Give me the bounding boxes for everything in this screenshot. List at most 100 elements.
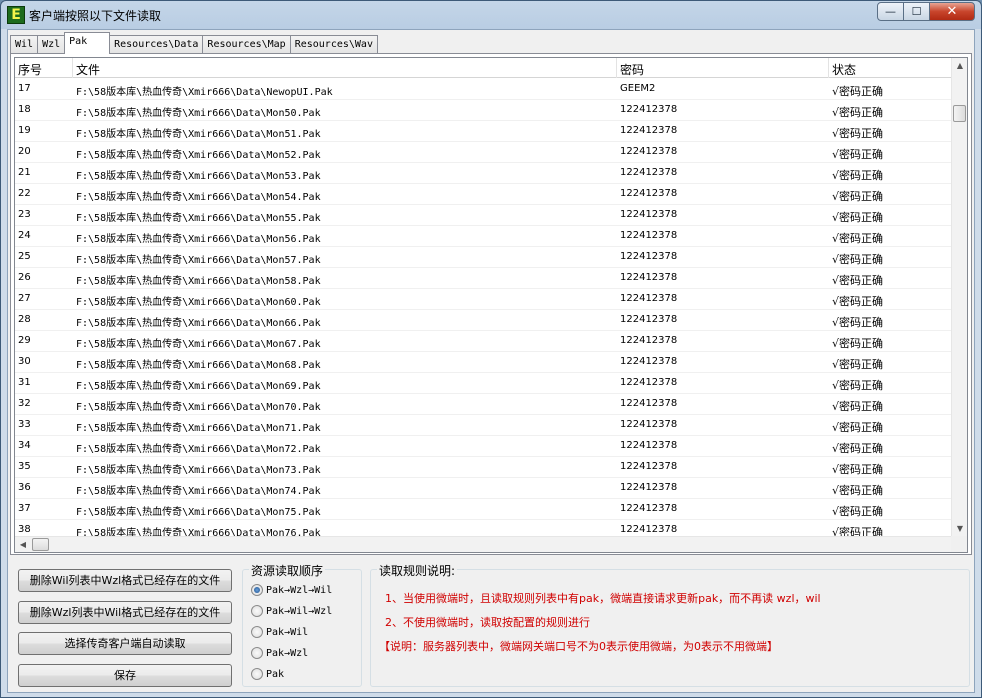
row-file: F:\58版本库\热血传奇\Xmir666\Data\Mon53.Pak	[76, 171, 321, 182]
radio-checked-icon[interactable]	[251, 584, 263, 596]
radio-icon[interactable]	[251, 647, 263, 659]
row-password: 122412378	[620, 209, 678, 220]
row-status: √密码正确	[832, 337, 884, 350]
table-row[interactable]: 30 F:\58版本库\热血传奇\Xmir666\Data\Mon68.Pak 12…	[15, 352, 955, 373]
order-option[interactable]: Pak→Wil→Wzl	[251, 603, 332, 619]
table-row[interactable]: 29 F:\58版本库\热血传奇\Xmir666\Data\Mon67.Pak 12…	[15, 331, 955, 352]
row-status: √密码正确	[832, 442, 884, 455]
tab-resources-map[interactable]: Resources\Map	[202, 35, 291, 54]
order-option[interactable]: Pak→Wzl	[251, 645, 308, 661]
table-row[interactable]: 37 F:\58版本库\热血传奇\Xmir666\Data\Mon75.Pak 12…	[15, 499, 955, 520]
order-option[interactable]: Pak→Wil	[251, 624, 308, 640]
table-row[interactable]: 27 F:\58版本库\热血传奇\Xmir666\Data\Mon60.Pak 12…	[15, 289, 955, 310]
table-row[interactable]: 28 F:\58版本库\热血传奇\Xmir666\Data\Mon66.Pak 12…	[15, 310, 955, 331]
tab-wil[interactable]: Wil	[10, 35, 39, 54]
table-row[interactable]: 25 F:\58版本库\热血传奇\Xmir666\Data\Mon57.Pak 12…	[15, 247, 955, 268]
minimize-button[interactable]: —	[877, 2, 904, 21]
row-index: 20	[18, 146, 31, 157]
row-file: F:\58版本库\热血传奇\Xmir666\Data\Mon55.Pak	[76, 213, 321, 224]
row-file: F:\58版本库\热血传奇\Xmir666\Data\Mon68.Pak	[76, 360, 321, 371]
row-file: F:\58版本库\热血传奇\Xmir666\Data\Mon56.Pak	[76, 234, 321, 245]
row-status: √密码正确	[832, 148, 884, 161]
table-row[interactable]: 22 F:\58版本库\热血传奇\Xmir666\Data\Mon54.Pak 12…	[15, 184, 955, 205]
delete-wzl-duplicates-button[interactable]: 删除Wzl列表中Wil格式已经存在的文件	[18, 601, 232, 624]
row-status: √密码正确	[832, 190, 884, 203]
row-index: 35	[18, 461, 31, 472]
row-index: 19	[18, 125, 31, 136]
row-password: 122412378	[620, 104, 678, 115]
column-header-password[interactable]: 密码	[617, 58, 829, 78]
column-header-index[interactable]: 序号	[15, 58, 73, 78]
tab-wzl[interactable]: Wzl	[37, 35, 66, 54]
column-header-file[interactable]: 文件	[73, 58, 617, 78]
row-file: F:\58版本库\热血传奇\Xmir666\Data\Mon75.Pak	[76, 507, 321, 518]
radio-icon[interactable]	[251, 605, 263, 617]
vertical-scrollbar[interactable]: ▲ ▼	[951, 58, 967, 537]
row-password: 122412378	[620, 230, 678, 241]
row-index: 31	[18, 377, 31, 388]
row-password: 122412378	[620, 314, 678, 325]
radio-icon[interactable]	[251, 626, 263, 638]
table-row[interactable]: 31 F:\58版本库\热血传奇\Xmir666\Data\Mon69.Pak 12…	[15, 373, 955, 394]
table-row[interactable]: 35 F:\58版本库\热血传奇\Xmir666\Data\Mon73.Pak 12…	[15, 457, 955, 478]
row-password: 122412378	[620, 377, 678, 388]
order-option[interactable]: Pak	[251, 666, 284, 682]
table-row[interactable]: 19 F:\58版本库\热血传奇\Xmir666\Data\Mon51.Pak 12…	[15, 121, 955, 142]
column-header-status[interactable]: 状态	[829, 58, 955, 78]
close-button[interactable]: ✕	[929, 2, 975, 21]
row-file: F:\58版本库\热血传奇\Xmir666\Data\Mon74.Pak	[76, 486, 321, 497]
horizontal-scrollbar[interactable]: ◀ ▶	[15, 536, 967, 552]
table-row[interactable]: 24 F:\58版本库\热血传奇\Xmir666\Data\Mon56.Pak 12…	[15, 226, 955, 247]
horizontal-scroll-thumb[interactable]	[32, 538, 49, 551]
order-option[interactable]: Pak→Wzl→Wil	[251, 582, 332, 598]
radio-icon[interactable]	[251, 668, 263, 680]
maximize-button[interactable]: ☐	[903, 2, 930, 21]
scroll-up-arrow-icon[interactable]: ▲	[952, 58, 967, 74]
order-option-label: Pak→Wzl	[266, 647, 309, 659]
save-button[interactable]: 保存	[18, 664, 232, 687]
row-status: √密码正确	[832, 358, 884, 371]
row-password: 122412378	[620, 482, 678, 493]
delete-wil-duplicates-button[interactable]: 删除Wil列表中Wzl格式已经存在的文件	[18, 569, 232, 592]
order-option-label: Pak→Wzl→Wil	[266, 584, 333, 596]
row-password: GEEM2	[620, 83, 656, 94]
table-row[interactable]: 21 F:\58版本库\热血传奇\Xmir666\Data\Mon53.Pak 12…	[15, 163, 955, 184]
table-row[interactable]: 33 F:\58版本库\热血传奇\Xmir666\Data\Mon71.Pak 12…	[15, 415, 955, 436]
row-password: 122412378	[620, 419, 678, 430]
table-row[interactable]: 26 F:\58版本库\热血传奇\Xmir666\Data\Mon58.Pak 12…	[15, 268, 955, 289]
tab-strip: Wil Wzl Pak Resources\Data Resources\Map…	[10, 32, 378, 54]
row-password: 122412378	[620, 440, 678, 451]
row-status: √密码正确	[832, 484, 884, 497]
table-row[interactable]: 36 F:\58版本库\热血传奇\Xmir666\Data\Mon74.Pak 12…	[15, 478, 955, 499]
tab-resources-wav[interactable]: Resources\Wav	[289, 35, 378, 54]
table-row[interactable]: 17 F:\58版本库\热血传奇\Xmir666\Data\NewopUI.Pak…	[15, 79, 955, 100]
table-row[interactable]: 34 F:\58版本库\热血传奇\Xmir666\Data\Mon72.Pak 12…	[15, 436, 955, 457]
title-bar[interactable]: E 客户端按照以下文件读取 — ☐ ✕	[1, 1, 981, 29]
rule-line-2: 2、不使用微端时，读取按配置的规则进行	[385, 616, 590, 629]
row-status: √密码正确	[832, 379, 884, 392]
list-header: 序号 文件 密码 状态	[15, 58, 955, 78]
table-row[interactable]: 32 F:\58版本库\热血传奇\Xmir666\Data\Mon70.Pak 12…	[15, 394, 955, 415]
row-password: 122412378	[620, 125, 678, 136]
table-row[interactable]: 20 F:\58版本库\热血传奇\Xmir666\Data\Mon52.Pak 12…	[15, 142, 955, 163]
tab-pak[interactable]: Pak	[64, 32, 111, 54]
file-list[interactable]: 序号 文件 密码 状态 17 F:\58版本库\热血传奇\Xmir666\Data…	[14, 57, 968, 553]
vertical-scroll-thumb[interactable]	[953, 105, 966, 122]
row-index: 30	[18, 356, 31, 367]
table-row[interactable]: 18 F:\58版本库\热血传奇\Xmir666\Data\Mon50.Pak 12…	[15, 100, 955, 121]
row-file: F:\58版本库\热血传奇\Xmir666\Data\Mon71.Pak	[76, 423, 321, 434]
select-client-button[interactable]: 选择传奇客户端自动读取	[18, 632, 232, 655]
scroll-left-arrow-icon[interactable]: ◀	[15, 537, 31, 552]
row-index: 23	[18, 209, 31, 220]
row-password: 122412378	[620, 167, 678, 178]
row-status: √密码正确	[832, 421, 884, 434]
row-status: √密码正确	[832, 169, 884, 182]
row-status: √密码正确	[832, 85, 884, 98]
row-status: √密码正确	[832, 295, 884, 308]
row-password: 122412378	[620, 356, 678, 367]
scroll-down-arrow-icon[interactable]: ▼	[952, 521, 967, 537]
table-row[interactable]: 23 F:\58版本库\热血传奇\Xmir666\Data\Mon55.Pak 12…	[15, 205, 955, 226]
row-index: 33	[18, 419, 31, 430]
tab-panel-pak: 序号 文件 密码 状态 17 F:\58版本库\热血传奇\Xmir666\Data…	[10, 53, 972, 555]
tab-resources-data[interactable]: Resources\Data	[109, 35, 204, 54]
